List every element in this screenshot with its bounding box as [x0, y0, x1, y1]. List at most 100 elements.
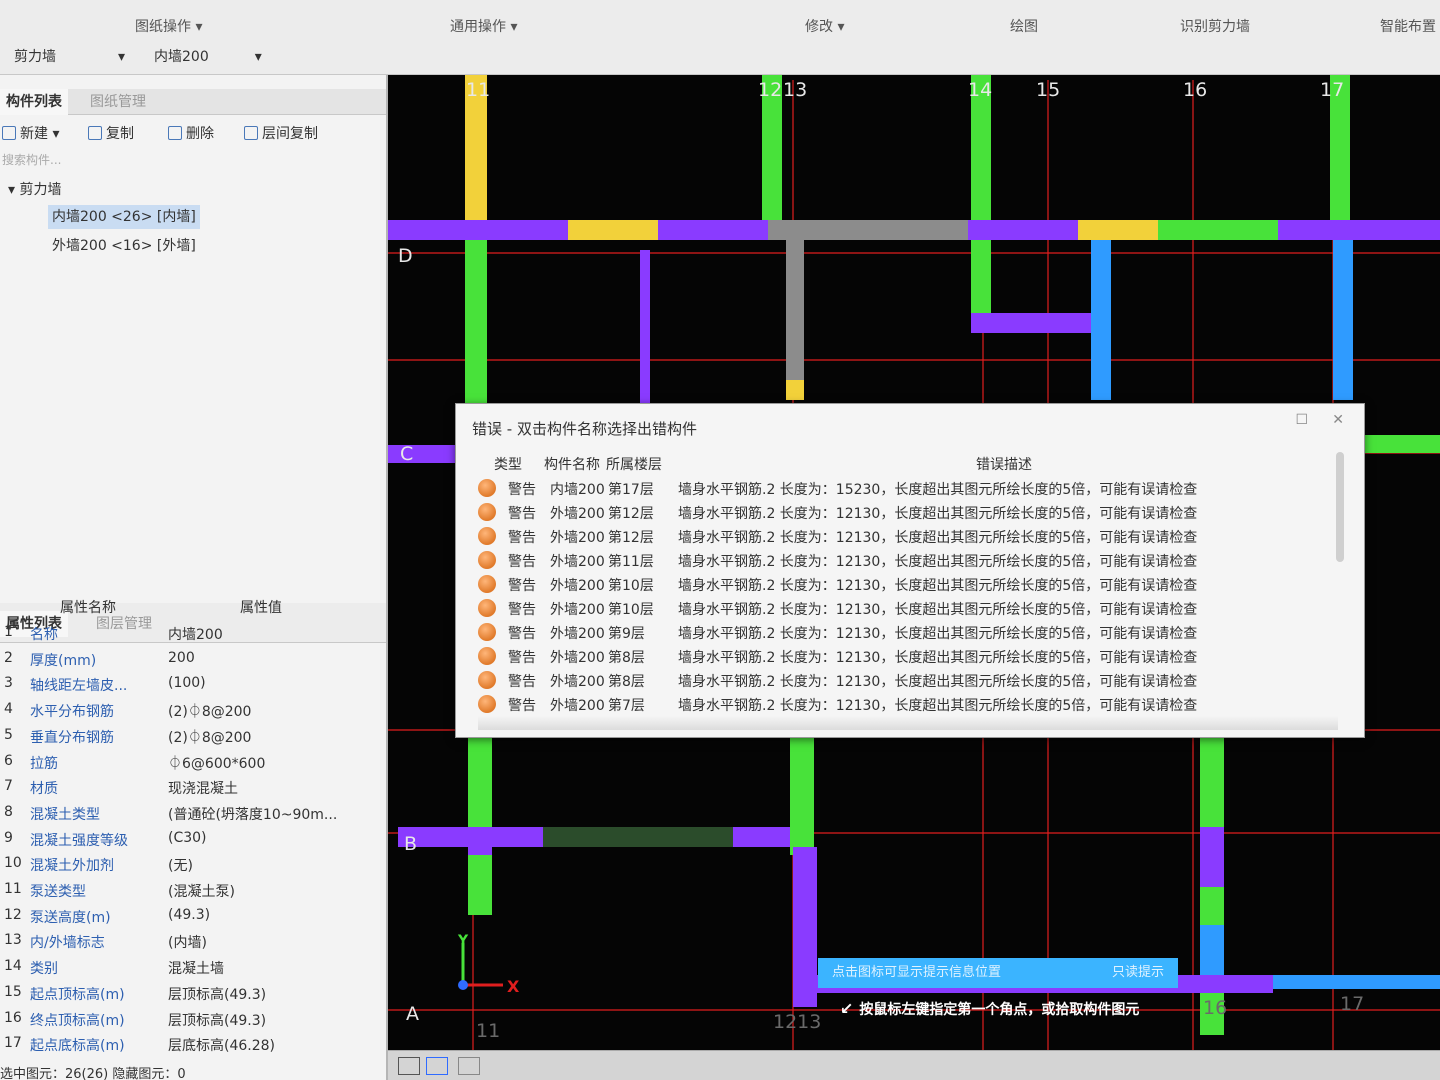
error-row[interactable]: 警告 外墙200 第10层 墙身水平钢筋.2 长度为：12130，长度超出其图元所绘长…	[478, 572, 1338, 596]
delete-button[interactable]: 删除	[168, 123, 214, 143]
property-row[interactable]: 15 起点顶标高(m) 层顶标高(49.3)	[0, 980, 386, 1006]
ribbon-group-draw[interactable]: 绘图	[1010, 16, 1038, 36]
error-dialog: 错误 - 双击构件名称选择出错构件 ☐ ✕ 类型 构件名称 所属楼层 错误描述 …	[455, 403, 1365, 738]
property-row[interactable]: 2 厚度(mm) 200	[0, 646, 386, 672]
property-value[interactable]: 混凝土墙	[168, 958, 383, 978]
property-row[interactable]: 11 泵送类型 (混凝土泵)	[0, 877, 386, 903]
property-value[interactable]: 现浇混凝土	[168, 778, 383, 798]
property-value[interactable]: (混凝土泵)	[168, 881, 383, 901]
error-type: 警告	[508, 626, 536, 642]
property-name: 混凝土类型	[30, 806, 100, 823]
cross-select-icon[interactable]	[458, 1057, 480, 1075]
axis-label-16: 16	[1183, 79, 1208, 101]
property-row[interactable]: 3 轴线距左墙皮... (100)	[0, 671, 386, 697]
property-row[interactable]: 16 终点顶标高(m) 层顶标高(49.3)	[0, 1006, 386, 1032]
error-component[interactable]: 外墙200	[550, 503, 605, 523]
property-value[interactable]: 层底标高(46.28)	[168, 1035, 383, 1055]
error-row[interactable]: 警告 外墙200 第8层 墙身水平钢筋.2 长度为：12130，长度超出其图元所绘长度…	[478, 644, 1338, 668]
error-row[interactable]: 警告 外墙200 第12层 墙身水平钢筋.2 长度为：12130，长度超出其图元所绘长…	[478, 500, 1338, 524]
property-row[interactable]: 12 泵送高度(m) (49.3)	[0, 903, 386, 929]
property-value[interactable]: ⏀6@600*600	[168, 753, 383, 773]
property-name: 泵送高度(m)	[30, 909, 111, 926]
property-row[interactable]: 10 混凝土外加剂 (无)	[0, 851, 386, 877]
selection-status: 选中图元：26(26) 隐藏图元：0	[0, 1067, 186, 1080]
property-value[interactable]: (49.3)	[168, 907, 383, 923]
property-value[interactable]: 层顶标高(49.3)	[168, 984, 383, 1004]
error-component[interactable]: 外墙200	[550, 671, 605, 691]
error-row[interactable]: 警告 外墙200 第11层 墙身水平钢筋.2 长度为：12130，长度超出其图元所绘长…	[478, 548, 1338, 572]
property-value[interactable]: (100)	[168, 675, 383, 691]
property-value[interactable]: (普通砼(坍落度10~90m...	[168, 804, 383, 824]
property-row[interactable]: 1 名称 内墙200	[0, 620, 386, 646]
property-value[interactable]: 200	[168, 650, 383, 666]
maximize-icon[interactable]: ☐	[1295, 412, 1308, 428]
ucs-y-label: Y	[458, 933, 469, 949]
ribbon-group-recognize-wall[interactable]: 识别剪力墙	[1180, 16, 1250, 36]
property-row[interactable]: 9 混凝土强度等级 (C30)	[0, 826, 386, 852]
property-row[interactable]: 17 起点底标高(m) 层底标高(46.28)	[0, 1031, 386, 1057]
error-row[interactable]: 警告 内墙200 第17层 墙身水平钢筋.2 长度为：15230，长度超出其图元所绘长…	[478, 476, 1338, 500]
ribbon-group-common-ops[interactable]: 通用操作 ▾	[450, 16, 517, 36]
property-row[interactable]: 14 类别 混凝土墙	[0, 954, 386, 980]
property-row[interactable]: 7 材质 现浇混凝土	[0, 774, 386, 800]
component-search-input[interactable]: 搜索构件...	[0, 151, 386, 173]
new-button[interactable]: 新建 ▾	[2, 123, 59, 143]
error-row[interactable]: 警告 外墙200 第12层 墙身水平钢筋.2 长度为：12130，长度超出其图元所绘长…	[478, 524, 1338, 548]
property-index: 9	[4, 829, 13, 846]
property-value[interactable]: 内墙200	[168, 624, 383, 644]
warning-icon	[478, 695, 496, 713]
property-value[interactable]: (内墙)	[168, 932, 383, 952]
close-icon[interactable]: ✕	[1332, 412, 1344, 428]
property-index: 14	[4, 958, 22, 975]
property-row[interactable]: 6 拉筋 ⏀6@600*600	[0, 749, 386, 775]
element-name-select[interactable]: 内墙200 ▾	[154, 46, 262, 68]
list-fade	[478, 716, 1338, 730]
error-row[interactable]: 警告 外墙200 第9层 墙身水平钢筋.2 长度为：12130，长度超出其图元所绘长度…	[478, 620, 1338, 644]
tab-drawing-manager[interactable]: 图纸管理	[84, 89, 152, 115]
error-component[interactable]: 外墙200	[550, 575, 605, 595]
error-type: 警告	[508, 698, 536, 714]
error-component[interactable]: 内墙200	[550, 479, 605, 499]
warning-icon	[478, 647, 496, 665]
property-row[interactable]: 5 垂直分布钢筋 (2)⏀8@200	[0, 723, 386, 749]
property-row[interactable]: 8 混凝土类型 (普通砼(坍落度10~90m...	[0, 800, 386, 826]
trash-icon	[168, 126, 182, 140]
property-name: 泵送类型	[30, 884, 86, 900]
error-row[interactable]: 警告 外墙200 第8层 墙身水平钢筋.2 长度为：12130，长度超出其图元所绘长度…	[478, 668, 1338, 692]
error-component[interactable]: 外墙200	[550, 551, 605, 571]
ribbon-group-modify[interactable]: 修改 ▾	[805, 16, 844, 36]
box-select-icon[interactable]	[426, 1057, 448, 1075]
property-row[interactable]: 13 内/外墙标志 (内墙)	[0, 928, 386, 954]
error-component[interactable]: 外墙200	[550, 647, 605, 667]
property-value[interactable]: (2)⏀8@200	[168, 727, 383, 747]
error-component[interactable]: 外墙200	[550, 599, 605, 619]
scrollbar[interactable]	[1336, 452, 1344, 562]
tree-item-inner-wall[interactable]: 内墙200 <26> [内墙]	[48, 205, 200, 229]
error-component[interactable]: 外墙200	[550, 623, 605, 643]
error-row[interactable]: 警告 外墙200 第10层 墙身水平钢筋.2 长度为：12130，长度超出其图元所绘长…	[478, 596, 1338, 620]
tab-component-list[interactable]: 构件列表	[0, 89, 68, 115]
copy-button[interactable]: 复制	[88, 123, 134, 143]
floor-copy-button[interactable]: 层间复制	[244, 123, 318, 143]
element-type-select[interactable]: 剪力墙 ▾	[14, 46, 125, 68]
error-component[interactable]: 外墙200	[550, 527, 605, 547]
property-value[interactable]: (C30)	[168, 830, 383, 846]
property-value[interactable]: 层顶标高(49.3)	[168, 1010, 383, 1030]
col-desc: 错误描述	[976, 457, 1032, 473]
tree-item-outer-wall[interactable]: 外墙200 <16> [外墙]	[48, 234, 200, 258]
ribbon-group-drawing-ops[interactable]: 图纸操作 ▾	[135, 16, 202, 36]
error-description: 墙身水平钢筋.2 长度为：12130，长度超出其图元所绘长度的5倍，可能有误请检…	[678, 698, 1198, 714]
property-value[interactable]: (无)	[168, 855, 383, 875]
ribbon-group-smart-layout[interactable]: 智能布置	[1380, 16, 1436, 36]
property-value[interactable]: (2)⏀8@200	[168, 701, 383, 721]
select-tool-icon[interactable]	[398, 1057, 420, 1075]
error-component[interactable]: 外墙200	[550, 695, 605, 715]
tree-root-shear-wall[interactable]: ▾ 剪力墙	[8, 179, 61, 199]
property-row[interactable]: 4 水平分布钢筋 (2)⏀8@200	[0, 697, 386, 723]
property-name: 起点顶标高(m)	[30, 986, 125, 1003]
new-icon	[2, 126, 16, 140]
error-row[interactable]: 警告 外墙200 第7层 墙身水平钢筋.2 长度为：12130，长度超出其图元所绘长度…	[478, 692, 1338, 716]
error-floor: 第12层	[608, 506, 654, 522]
property-index: 17	[4, 1035, 22, 1052]
tip-bar[interactable]: 点击图标可显示提示信息位置 只读提示	[818, 958, 1178, 988]
